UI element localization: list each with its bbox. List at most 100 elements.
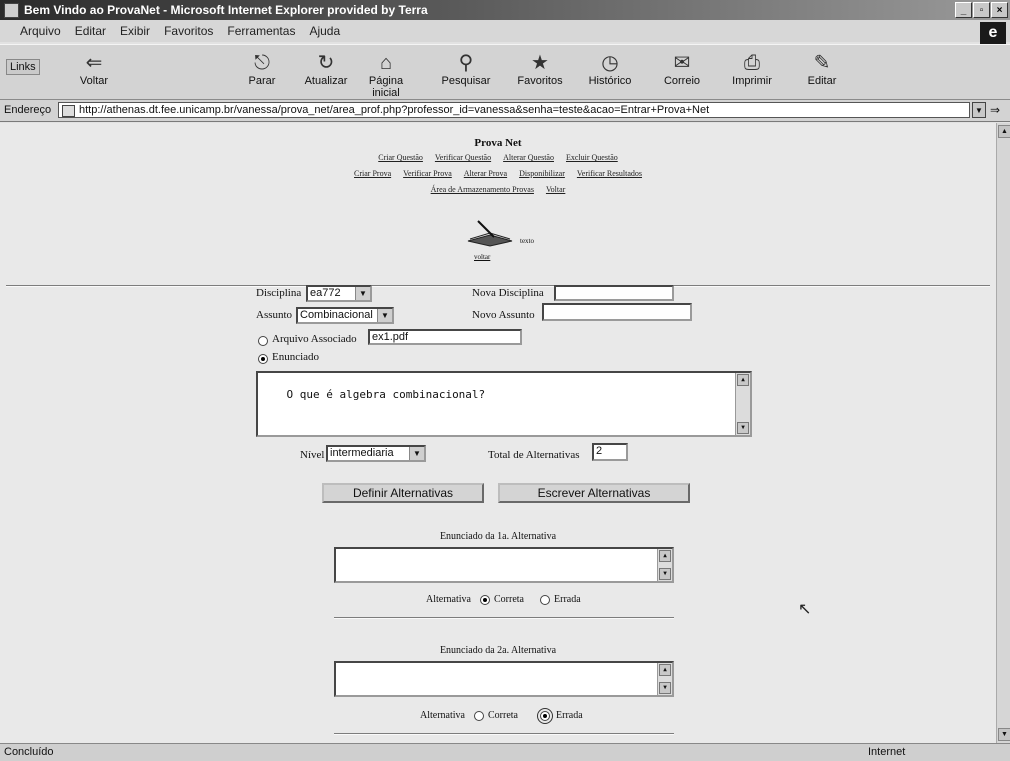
assunto-value: Combinacional [300, 309, 373, 321]
nivel-label: Nível [300, 449, 325, 461]
escrever-alternativas-button[interactable]: Escrever Alternativas [498, 483, 690, 503]
alternativa-1-errada-radio[interactable] [540, 595, 550, 605]
scroll-down-icon[interactable]: ▼ [659, 682, 671, 694]
nav-area-armazenamento[interactable]: Área de Armazenamento Provas [431, 185, 534, 194]
disciplina-select[interactable]: ea772 ▼ [306, 285, 372, 302]
page-icon [62, 105, 75, 117]
stop-button[interactable]: ⎋ Parar [232, 51, 292, 87]
mail-button[interactable]: ✉ Correio [652, 51, 712, 87]
scroll-up-icon[interactable]: ▲ [737, 374, 749, 386]
address-url: http://athenas.dt.fee.unicamp.br/vanessa… [79, 104, 710, 116]
alternativa-2-correta-label: Correta [488, 710, 518, 721]
home-button[interactable]: ⌂ Página inicial [356, 51, 416, 99]
stop-button-label: Parar [248, 75, 276, 87]
novo-assunto-input[interactable] [542, 303, 692, 321]
scroll-down-icon[interactable]: ▼ [737, 422, 749, 434]
scroll-down-icon[interactable]: ▼ [659, 568, 671, 580]
page-scrollbar[interactable]: ▲ ▼ [996, 123, 1010, 743]
alternativa-2-textarea[interactable]: ▲ ▼ [334, 661, 674, 697]
history-icon: ◷ [601, 52, 619, 74]
maximize-button[interactable]: ▫ [973, 2, 990, 18]
nova-disciplina-input[interactable] [554, 285, 674, 301]
back-button[interactable]: ⇐ Voltar [64, 51, 124, 87]
browser-throbber-icon: e [980, 22, 1006, 44]
nav-verificar-questao[interactable]: Verificar Questão [435, 153, 491, 162]
menu-editar[interactable]: Editar [75, 24, 106, 38]
links-button[interactable]: Links [6, 59, 40, 75]
book-pen-icon[interactable] [466, 219, 514, 247]
novo-assunto-label: Novo Assunto [472, 309, 535, 321]
home-button-label: Página inicial [368, 75, 404, 99]
nivel-select[interactable]: intermediaria ▼ [326, 445, 426, 462]
enunciado-label: Enunciado [272, 351, 320, 363]
textarea-scrollbar[interactable]: ▲ ▼ [735, 373, 750, 435]
mouse-cursor-icon: ↖ [798, 601, 812, 618]
back-button-label: Voltar [79, 75, 109, 87]
alternativa-1-textarea[interactable]: ▲ ▼ [334, 547, 674, 583]
go-arrow-icon[interactable]: ⇒ [990, 103, 1000, 117]
enunciado-radio[interactable] [258, 354, 268, 364]
stop-icon: ⎋ [254, 52, 270, 74]
nav-verificar-prova[interactable]: Verificar Prova [403, 169, 452, 178]
alternativa-1-correta-radio[interactable] [480, 595, 490, 605]
icon-caption-link[interactable]: voltar [474, 253, 490, 261]
chevron-down-icon: ▼ [355, 287, 370, 300]
scroll-down-icon[interactable]: ▼ [998, 728, 1010, 741]
window-titlebar: Bem Vindo ao ProvaNet - Microsoft Intern… [0, 0, 1010, 20]
enunciado-textarea[interactable]: O que é algebra combinacional? ▲ ▼ [256, 371, 752, 437]
address-bar: Endereço http://athenas.dt.fee.unicamp.b… [0, 100, 1010, 122]
scroll-up-icon[interactable]: ▲ [659, 550, 671, 562]
edit-button[interactable]: ✎ Editar [792, 51, 852, 87]
browser-toolbar: Links ⇐ Voltar ⎋ Parar ↻ Atualizar ⌂ Pág… [0, 44, 1010, 100]
arquivo-label: Arquivo Associado [272, 333, 357, 345]
assunto-select[interactable]: Combinacional ▼ [296, 307, 394, 324]
menu-ferramentas[interactable]: Ferramentas [227, 24, 295, 38]
status-text: Concluído [4, 746, 54, 758]
address-dropdown-button[interactable]: ▼ [972, 102, 986, 118]
scroll-up-icon[interactable]: ▲ [998, 125, 1010, 138]
chevron-down-icon: ▼ [377, 309, 392, 322]
menu-favoritos[interactable]: Favoritos [164, 24, 213, 38]
mail-button-label: Correio [663, 75, 701, 87]
nav-criar-prova[interactable]: Criar Prova [354, 169, 391, 178]
nav-alterar-questao[interactable]: Alterar Questão [503, 153, 554, 162]
alternativa-divider [334, 617, 674, 619]
favorites-icon: ★ [531, 52, 549, 74]
close-button[interactable]: × [991, 2, 1008, 18]
menu-exibir[interactable]: Exibir [120, 24, 150, 38]
alternativa-2-correta-radio[interactable] [474, 711, 484, 721]
menu-arquivo[interactable]: Arquivo [20, 24, 61, 38]
refresh-button[interactable]: ↻ Atualizar [296, 51, 356, 87]
history-button[interactable]: ◷ Histórico [580, 51, 640, 87]
nav-disponibilizar[interactable]: Disponibilizar [519, 169, 565, 178]
address-input[interactable]: http://athenas.dt.fee.unicamp.br/vanessa… [58, 102, 970, 118]
print-button[interactable]: ⎙ Imprimir [722, 51, 782, 87]
arquivo-input[interactable]: ex1.pdf [368, 329, 522, 345]
menu-ajuda[interactable]: Ajuda [309, 24, 340, 38]
nav-voltar[interactable]: Voltar [546, 185, 565, 194]
minimize-button[interactable]: _ [955, 2, 972, 18]
enunciado-text: O que é algebra combinacional? [286, 388, 486, 401]
textarea-scrollbar[interactable]: ▲ ▼ [657, 663, 672, 695]
alternativa-1-heading: Enunciado da 1a. Alternativa [439, 531, 557, 542]
home-icon: ⌂ [379, 52, 393, 74]
favorites-button[interactable]: ★ Favoritos [510, 51, 570, 87]
arquivo-radio[interactable] [258, 336, 268, 346]
search-icon: ⚲ [458, 52, 474, 74]
search-button[interactable]: ⚲ Pesquisar [436, 51, 496, 87]
nav-criar-questao[interactable]: Criar Questão [378, 153, 423, 162]
print-button-label: Imprimir [732, 75, 772, 87]
nav-row-3: Área de Armazenamento Provas Voltar [0, 185, 996, 194]
alternativa-1-errada-label: Errada [554, 594, 581, 605]
textarea-scrollbar[interactable]: ▲ ▼ [657, 549, 672, 581]
total-alternativas-input[interactable]: 2 [592, 443, 628, 461]
nav-excluir-questao[interactable]: Excluir Questão [566, 153, 618, 162]
nav-verificar-resultados[interactable]: Verificar Resultados [577, 169, 642, 178]
total-alternativas-label: Total de Alternativas [488, 449, 580, 461]
definir-alternativas-button[interactable]: Definir Alternativas [322, 483, 484, 503]
edit-icon: ✎ [813, 52, 831, 74]
alternativa-2-errada-radio[interactable] [537, 708, 553, 724]
scroll-up-icon[interactable]: ▲ [659, 664, 671, 676]
print-icon: ⎙ [744, 52, 760, 74]
nav-alterar-prova[interactable]: Alterar Prova [464, 169, 507, 178]
